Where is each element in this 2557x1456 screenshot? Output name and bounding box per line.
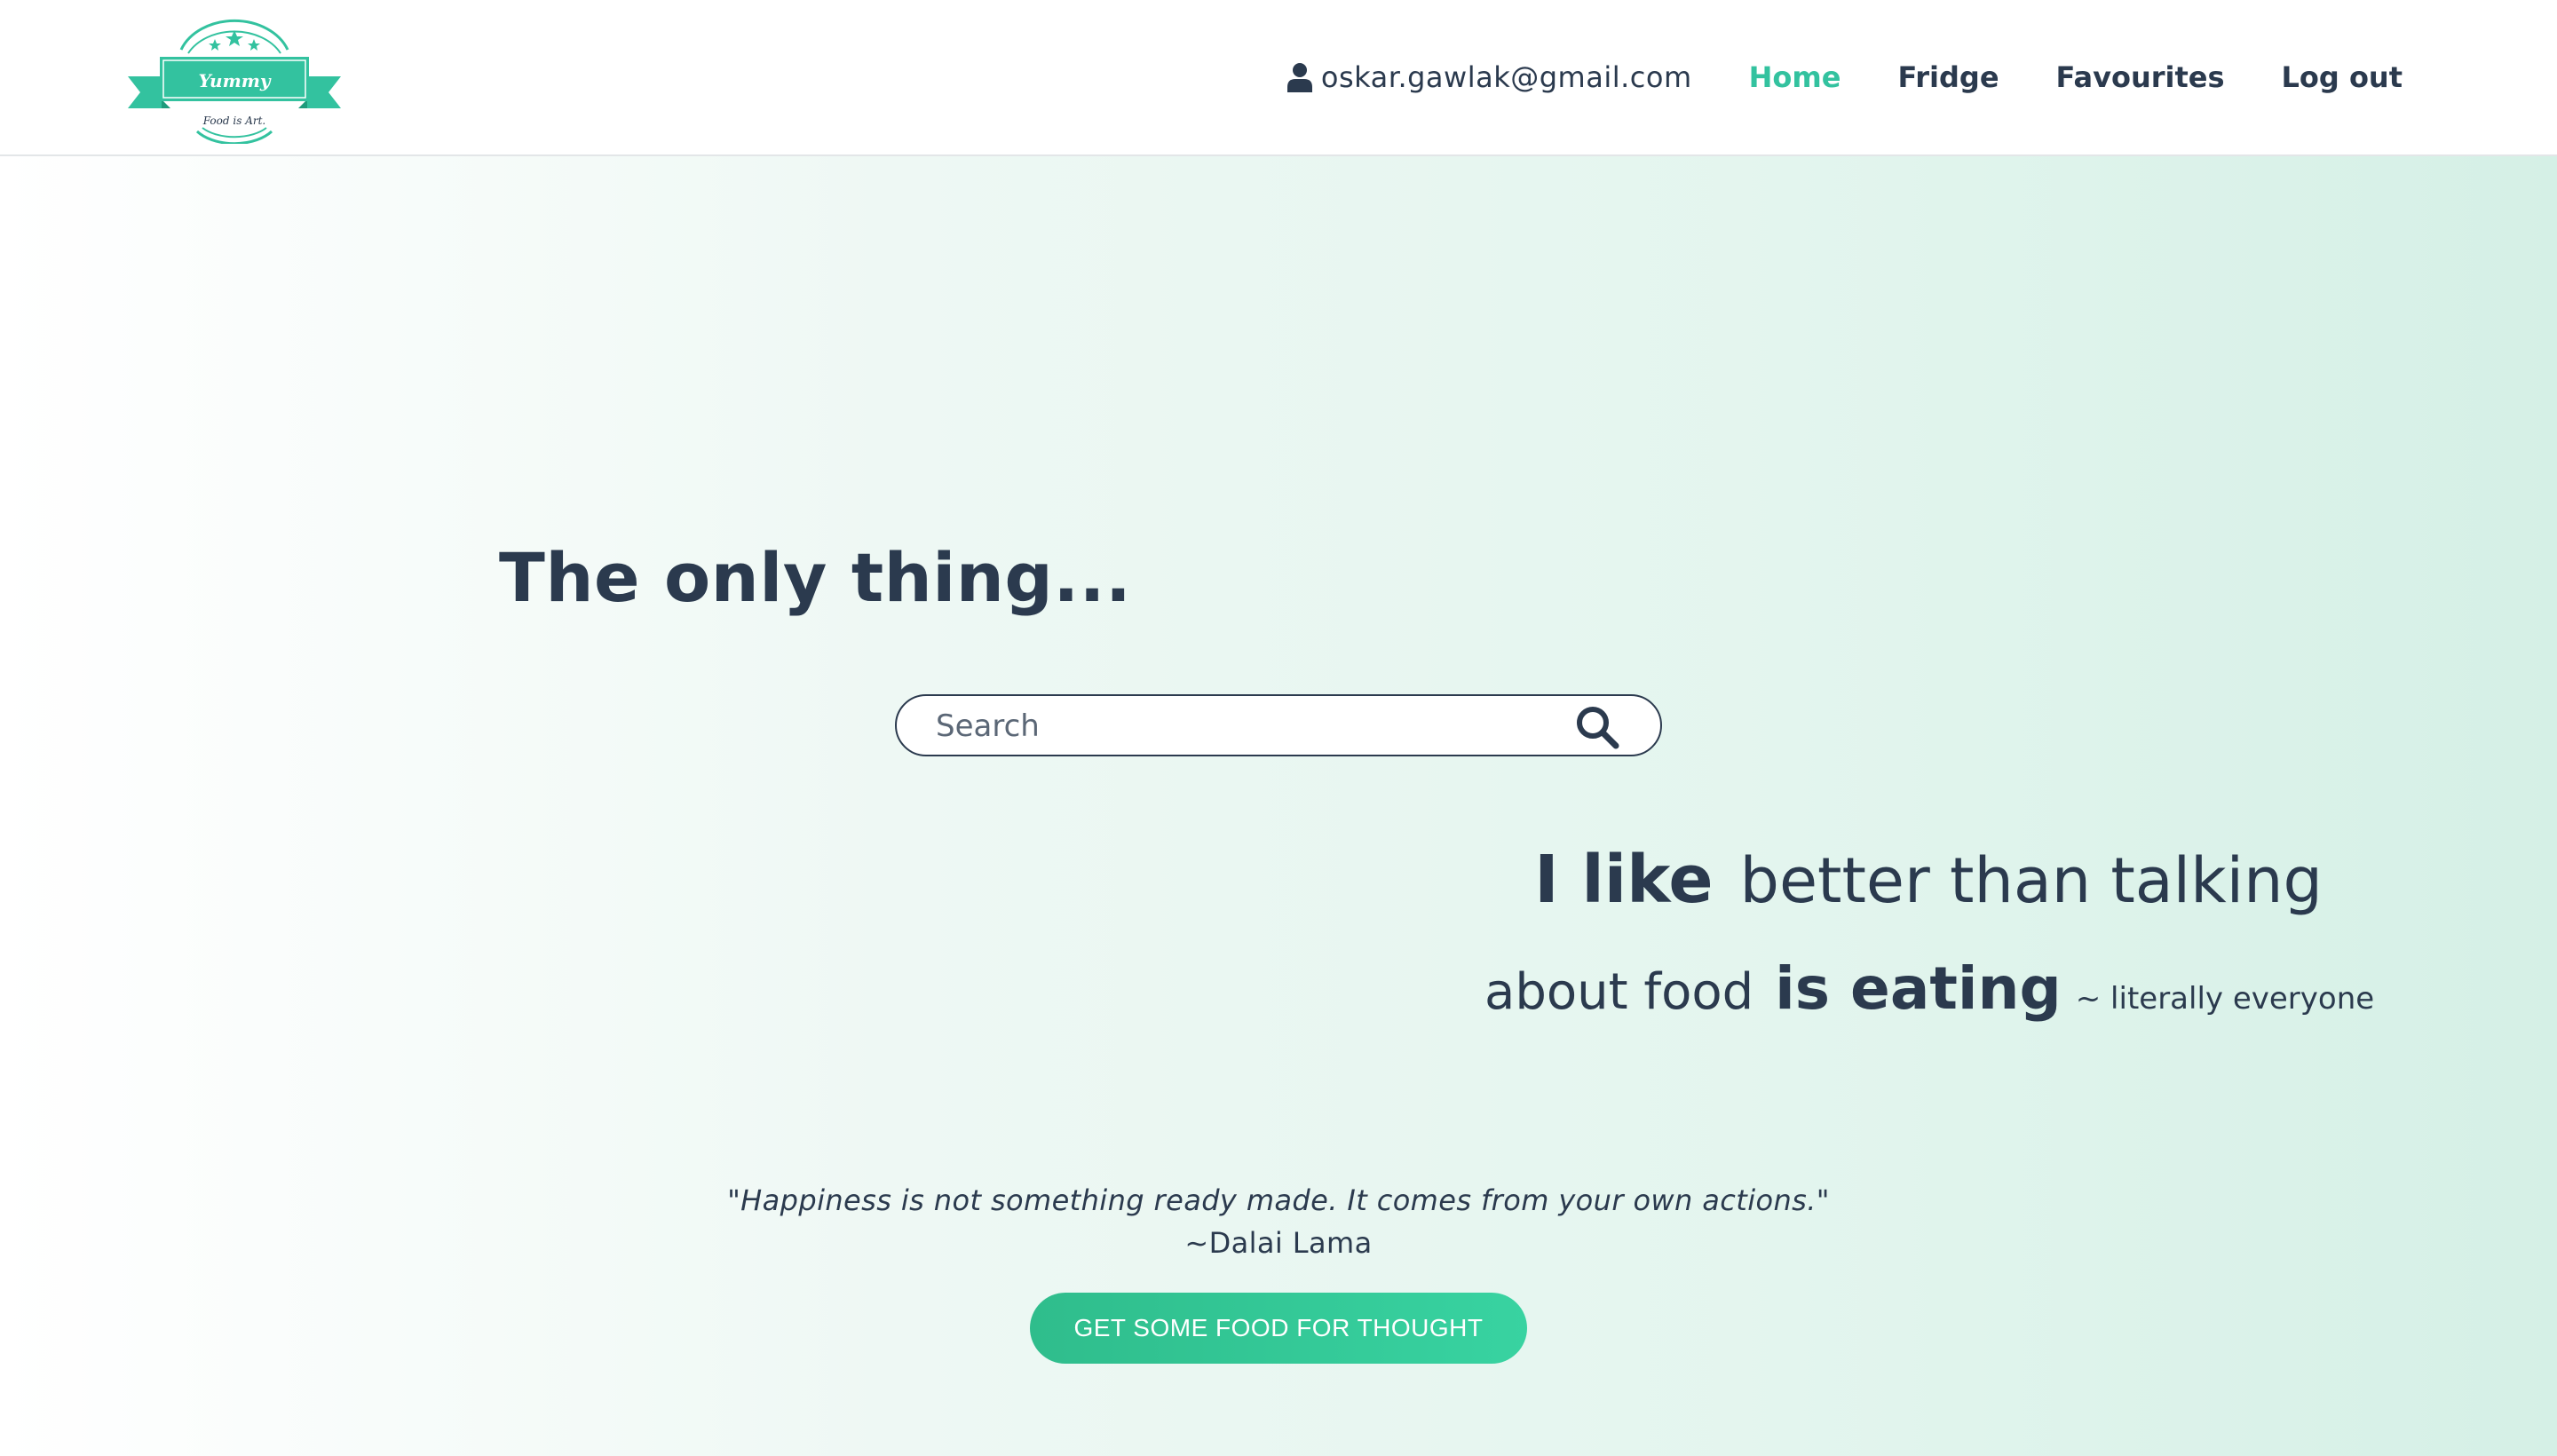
yummy-logo-badge: Yummy Food is Art. bbox=[128, 19, 341, 144]
brand-logo[interactable]: Yummy Food is Art. bbox=[128, 14, 341, 144]
hero-headline: The only thing... bbox=[499, 538, 1132, 617]
hero-section: The only thing... I like better than talk… bbox=[0, 156, 2557, 1456]
user-email: oskar.gawlak@gmail.com bbox=[1320, 60, 1692, 94]
nav-link-home[interactable]: Home bbox=[1749, 60, 1841, 94]
logo-slogan: Food is Art. bbox=[202, 115, 265, 127]
main-nav: oskar.gawlak@gmail.com Home Fridge Favou… bbox=[1286, 0, 2403, 154]
tagline-part-4: is eating bbox=[1775, 954, 2062, 1023]
search-input[interactable] bbox=[934, 696, 1559, 756]
search-bar bbox=[895, 694, 1662, 756]
tagline-author: ~ literally everyone bbox=[2075, 981, 2375, 1017]
nav-link-logout[interactable]: Log out bbox=[2282, 60, 2403, 94]
tagline-line-1: I like better than talking bbox=[1474, 831, 2344, 946]
tagline-part-3: about food bbox=[1484, 963, 1754, 1021]
quote-block: "Happiness is not something ready made. … bbox=[0, 1179, 2557, 1264]
quote-author: ~Dalai Lama bbox=[1184, 1226, 1373, 1260]
food-for-thought-button[interactable]: GET SOME FOOD FOR THOUGHT bbox=[1030, 1293, 1527, 1364]
user-icon bbox=[1286, 63, 1312, 92]
navbar: Yummy Food is Art. oskar.gawlak@gmail.co… bbox=[0, 0, 2557, 156]
nav-link-fridge[interactable]: Fridge bbox=[1897, 60, 1999, 94]
search-icon[interactable] bbox=[1575, 705, 1619, 749]
quote-text: "Happiness is not something ready made. … bbox=[727, 1183, 1830, 1217]
tagline-line-2: about food is eating ~ literally everyone bbox=[1474, 946, 2374, 1047]
logo-brand-name: Yummy bbox=[198, 70, 271, 91]
nav-user: oskar.gawlak@gmail.com bbox=[1286, 60, 1692, 94]
tagline-part-1: I like bbox=[1534, 842, 1714, 918]
hero-tagline: I like better than talking about food is e… bbox=[1474, 831, 2374, 1047]
nav-link-favourites[interactable]: Favourites bbox=[2056, 60, 2225, 94]
tagline-part-2: better than talking bbox=[1739, 844, 2323, 917]
